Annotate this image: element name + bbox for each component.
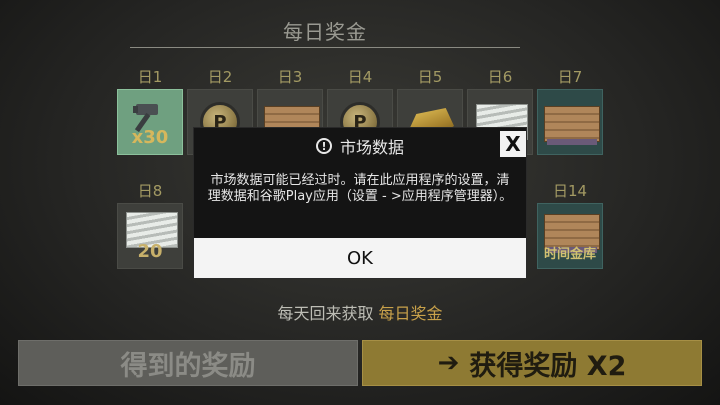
reward-tile-day-14[interactable]: 时间金库 [537,203,603,269]
day-label-3: 日3 [277,68,303,86]
get-reward-label: 得到的奖励 [120,350,256,382]
reward-count: 20 [137,241,163,262]
footer-prefix: 每天回来获取 [277,304,374,323]
day-label-14: 日14 [552,182,588,200]
get-reward-x2-button[interactable]: ➔ 获得奖励 X2 [362,340,702,386]
arrow-right-icon: ➔ [437,348,460,378]
market-data-dialog: ! 市场数据 X 市场数据可能已经过时。请在此应用程序的设置，清理数据和谷歌Pl… [193,127,527,279]
day-label-1: 日1 [137,68,163,86]
dialog-message: 市场数据可能已经过时。请在此应用程序的设置，清理数据和谷歌Play应用（设置 -… [207,173,513,204]
reward-tile-day-7[interactable] [537,89,603,155]
warning-icon: ! [315,138,332,154]
day-label-5: 日5 [417,68,443,86]
dialog-header: ! 市场数据 [194,134,526,158]
day-label-8: 日8 [137,182,163,200]
close-button[interactable]: X [500,131,526,157]
day-label-7: 日7 [557,68,583,86]
reward-count: x30 [131,127,169,148]
ok-button[interactable]: OK [194,238,526,278]
crate-icon [544,106,600,145]
footer-highlight: 每日奖金 [378,304,443,323]
get-reward-x2-label: 获得奖励 X2 [469,350,627,382]
page-title: 每日奖金 [283,20,367,44]
get-reward-button[interactable]: 得到的奖励 [18,340,358,386]
reward-name: 时间金库 [543,247,596,262]
dialog-title: 市场数据 [339,138,404,157]
title-divider [130,47,520,48]
day-label-2: 日2 [207,68,233,86]
day-label-6: 日6 [487,68,513,86]
reward-tile-day-1[interactable]: x30 [117,89,183,155]
reward-tile-day-8[interactable]: 20 [117,203,183,269]
day-label-4: 日4 [347,68,373,86]
footer-text: 每天回来获取 每日奖金 [0,300,720,324]
